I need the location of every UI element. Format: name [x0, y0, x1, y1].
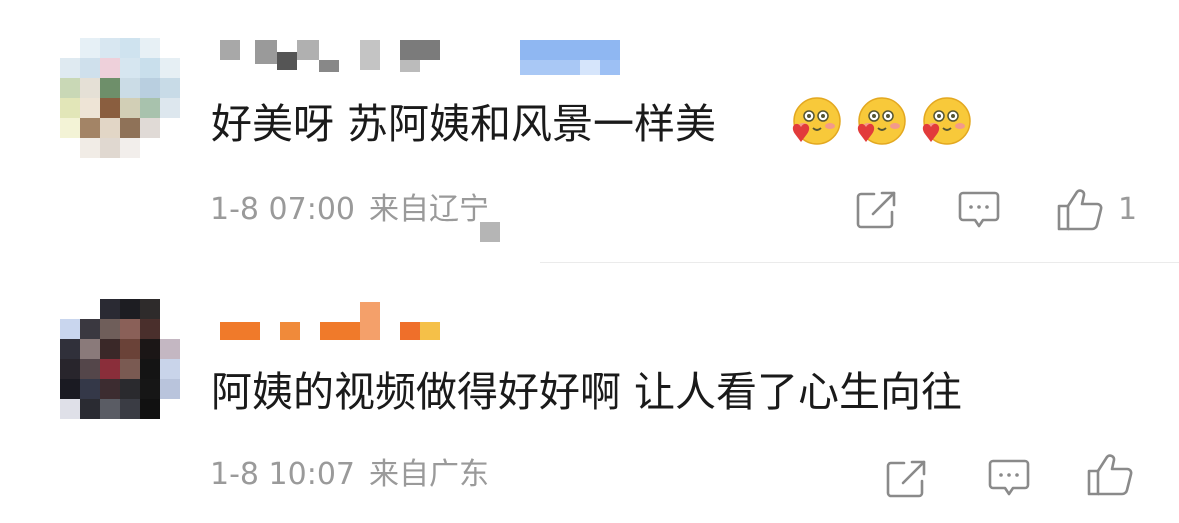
like-button[interactable] [1086, 453, 1148, 497]
like-button[interactable]: 1 [1056, 188, 1137, 232]
comment-meta: 1-8 07:00 来自辽宁 [210, 190, 489, 230]
comment-date: 1-8 10:07 [210, 457, 355, 492]
comment-location: 来自广东 [369, 457, 489, 492]
heart-face-emoji-icon [789, 96, 843, 150]
like-icon [1087, 454, 1133, 496]
comment-text: 阿姨的视频做得好好啊 让人看了心生向往 [211, 368, 963, 416]
comment-icon [958, 191, 1000, 228]
emoji-row [789, 96, 973, 150]
share-icon [886, 460, 926, 498]
comment-location: 来自辽宁 [369, 192, 489, 227]
avatar[interactable] [60, 38, 180, 158]
comment-meta: 1-8 10:07 来自广东 [210, 455, 489, 495]
comment-item: 阿姨的视频做得好好啊 让人看了心生向往 1-8 10:07 来自广东 [0, 262, 1179, 523]
comment-button[interactable] [988, 458, 1030, 500]
comment-item: 好美呀 苏阿姨和风景一样美 1-8 07:00 来自辽宁 1 [0, 0, 1179, 262]
heart-face-emoji-icon [854, 96, 908, 150]
comment-date: 1-8 07:00 [210, 192, 355, 227]
share-icon [856, 191, 896, 229]
comment-text: 好美呀 苏阿姨和风景一样美 [211, 100, 717, 148]
like-count: 1 [1118, 192, 1138, 227]
heart-face-emoji-icon [919, 96, 973, 150]
user-badge-blurred [520, 40, 620, 75]
like-icon [1057, 189, 1103, 231]
avatar[interactable] [60, 299, 180, 419]
share-button[interactable] [856, 190, 898, 230]
comment-button[interactable] [958, 190, 1000, 232]
redaction-pixel [480, 222, 500, 242]
share-button[interactable] [886, 459, 928, 499]
comment-icon [988, 459, 1030, 496]
